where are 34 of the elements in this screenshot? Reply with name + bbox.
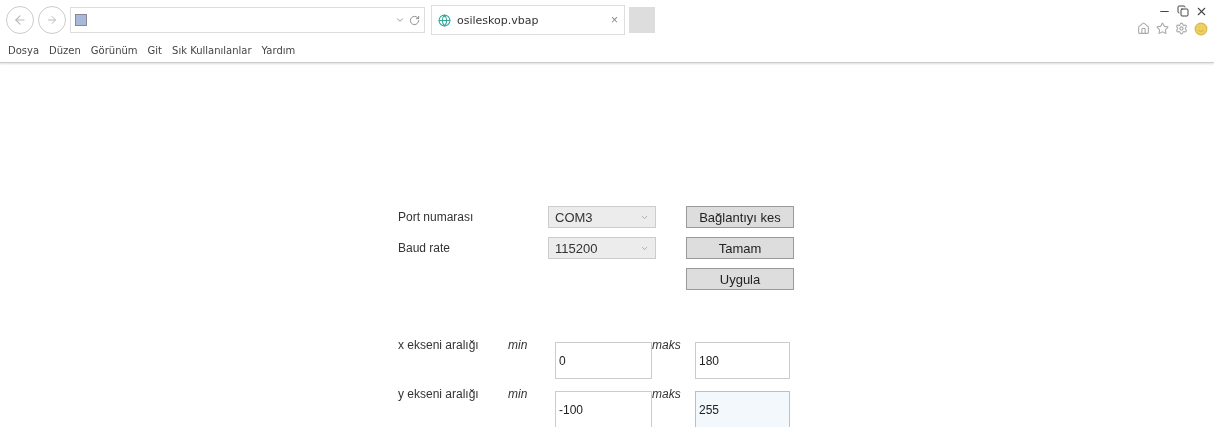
- restore-icon[interactable]: [1177, 4, 1189, 17]
- min-input[interactable]: -100: [555, 391, 652, 427]
- menu-item[interactable]: Düzen: [49, 44, 81, 56]
- browser-tab[interactable]: osileskop.vbap ×: [431, 5, 625, 35]
- menu-item[interactable]: Sık Kullanılanlar: [172, 44, 252, 56]
- range-label: y ekseni aralığı: [398, 387, 480, 403]
- max-label: maks: [652, 387, 682, 403]
- star-icon[interactable]: [1156, 21, 1169, 35]
- tab-close-button[interactable]: ×: [611, 13, 618, 27]
- max-input[interactable]: 255: [695, 391, 790, 427]
- dropdown[interactable]: 115200: [548, 237, 656, 259]
- refresh-icon[interactable]: [409, 14, 420, 26]
- action-button[interactable]: Bağlantıyı kes: [686, 206, 794, 228]
- min-label: min: [508, 338, 529, 354]
- right-arrow-icon: [46, 14, 58, 26]
- max-label: maks: [652, 338, 682, 354]
- min-label: min: [508, 387, 529, 403]
- field-label: Baud rate: [398, 241, 452, 255]
- dropdown-icon[interactable]: [395, 15, 405, 25]
- field-label: Port numarası: [398, 210, 475, 224]
- globe-icon: [438, 13, 451, 27]
- min-input[interactable]: 0: [555, 342, 652, 379]
- menu-item[interactable]: Dosya: [8, 44, 40, 56]
- page-icon: [75, 14, 87, 26]
- address-bar[interactable]: [70, 7, 425, 33]
- action-button[interactable]: Uygula: [686, 268, 794, 290]
- max-input[interactable]: 180: [695, 342, 790, 379]
- menu-item[interactable]: Görünüm: [90, 44, 138, 56]
- menu-item[interactable]: Yardım: [261, 44, 296, 56]
- menu-item[interactable]: Git: [147, 44, 163, 56]
- range-label: x ekseni aralığı: [398, 338, 480, 354]
- home-icon[interactable]: [1137, 21, 1150, 35]
- dropdown[interactable]: COM3: [548, 206, 656, 228]
- action-button[interactable]: Tamam: [686, 237, 794, 259]
